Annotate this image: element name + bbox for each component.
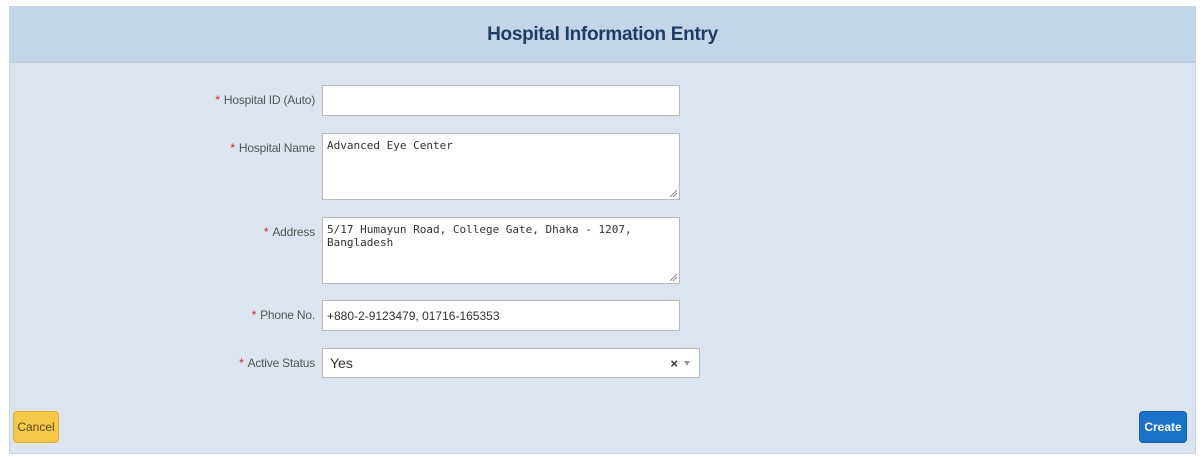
address-label: * Address (263, 225, 315, 239)
required-marker: * (263, 225, 269, 239)
active-status-select[interactable]: Yes × (322, 348, 700, 378)
required-marker: * (251, 308, 257, 322)
resize-grip-icon[interactable] (669, 189, 677, 197)
active-status-value: Yes (330, 355, 353, 371)
required-marker: * (230, 141, 235, 155)
active-status-label: * Active Status (239, 356, 315, 370)
required-marker: * (239, 356, 244, 370)
required-marker: * (215, 93, 220, 107)
hospital-entry-panel: Hospital Information Entry * Hospital ID … (9, 6, 1196, 454)
page-title: Hospital Information Entry (487, 23, 718, 45)
chevron-down-icon[interactable] (684, 360, 690, 366)
resize-grip-icon[interactable] (669, 273, 677, 281)
hospital-name-textarea[interactable]: Advanced Eye Center (322, 133, 680, 200)
cancel-button[interactable]: Cancel (13, 411, 59, 443)
phone-label: * Phone No. (251, 308, 316, 322)
phone-input[interactable]: +880-2-9123479, 01716-165353 (322, 300, 680, 331)
hospital-id-label: * Hospital ID (Auto) (215, 93, 315, 107)
panel-header: Hospital Information Entry (10, 7, 1195, 63)
clear-icon[interactable]: × (670, 356, 678, 371)
hospital-name-label: * Hospital Name (230, 141, 315, 155)
hospital-id-input[interactable] (322, 85, 680, 116)
create-button[interactable]: Create (1139, 411, 1187, 443)
address-textarea[interactable]: 5/17 Humayun Road, College Gate, Dhaka -… (322, 217, 680, 284)
